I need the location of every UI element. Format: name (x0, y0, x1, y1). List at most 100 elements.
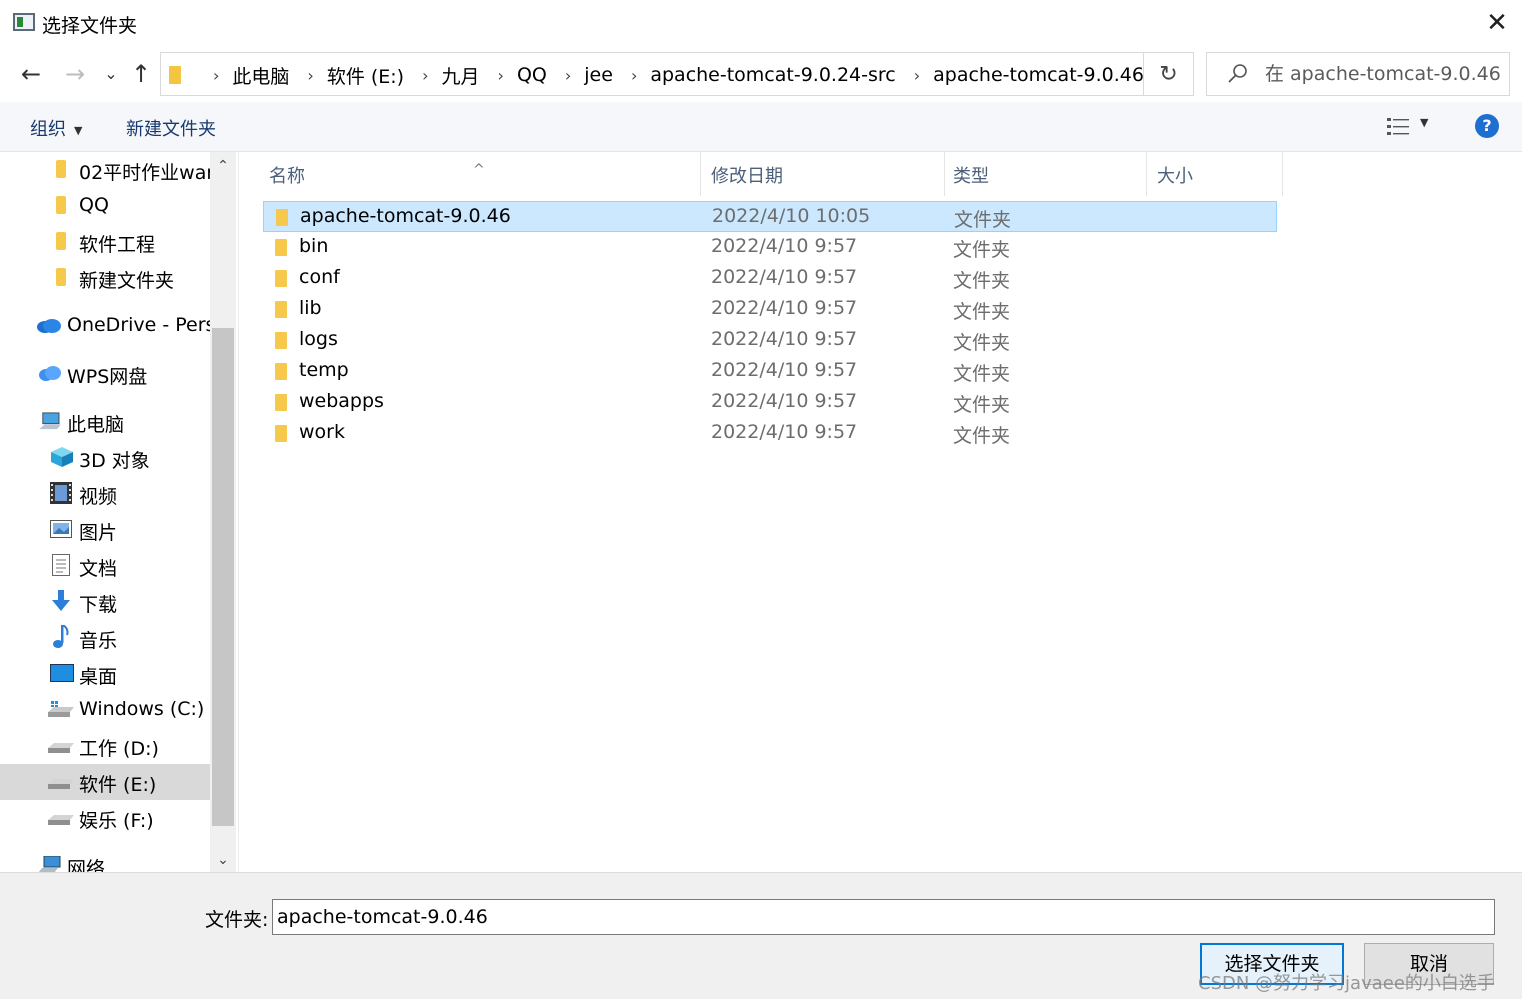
onedrive-icon (37, 319, 61, 333)
scroll-down-chevron-icon[interactable]: ⌄ (210, 852, 236, 868)
row-date: 2022/4/10 9:57 (711, 359, 858, 381)
view-options-icon[interactable] (1386, 116, 1410, 138)
sidebar-item-drive-d[interactable]: 工作 (D:) (0, 728, 210, 764)
sidebar-item-desktop[interactable]: 桌面 (0, 656, 210, 692)
column-header-size[interactable]: 大小 (1147, 152, 1283, 196)
row-name: logs (299, 328, 338, 350)
forward-arrow-icon[interactable]: → (60, 58, 90, 90)
column-header-name[interactable]: 名称 ^ (239, 152, 701, 196)
row-name: apache-tomcat-9.0.46 (300, 205, 511, 227)
recent-locations-chevron-icon[interactable]: ⌄ (96, 58, 126, 90)
breadcrumb-separator-icon[interactable]: › (307, 66, 313, 85)
folder-icon (56, 268, 66, 286)
table-row[interactable]: logs 2022/4/10 9:57 文件夹 (263, 325, 1277, 356)
sidebar-item-label: 工作 (D:) (79, 738, 159, 760)
table-row[interactable]: apache-tomcat-9.0.46 2022/4/10 10:05 文件夹 (263, 201, 1277, 232)
scrollbar-thumb[interactable] (212, 328, 234, 826)
breadcrumb-separator-icon[interactable]: › (422, 66, 428, 85)
sidebar-item-downloads[interactable]: 下载 (0, 584, 210, 620)
table-row[interactable]: lib 2022/4/10 9:57 文件夹 (263, 294, 1277, 325)
column-header-type[interactable]: 类型 (945, 152, 1147, 196)
navigation-pane[interactable]: 02平时作业war包 QQ 软件工程 新建文件夹 OneDrive - Pers… (0, 152, 236, 872)
sidebar-item-label: 3D 对象 (79, 450, 150, 472)
breadcrumb-item[interactable]: apache-tomcat-9.0.46 (933, 64, 1144, 86)
organize-caret-icon: ▼ (74, 123, 83, 137)
video-icon (50, 482, 72, 504)
back-arrow-icon[interactable]: ← (16, 58, 46, 90)
row-date: 2022/4/10 9:57 (711, 297, 858, 319)
breadcrumb-item[interactable]: jee (584, 64, 613, 86)
sidebar-item-label: 娱乐 (F:) (79, 810, 154, 832)
column-header-date[interactable]: 修改日期 (701, 152, 945, 196)
desktop-icon (50, 664, 74, 682)
refresh-icon[interactable]: ↻ (1144, 52, 1194, 96)
sidebar-item-label: 桌面 (79, 666, 118, 688)
sidebar-item-videos[interactable]: 视频 (0, 476, 210, 512)
sidebar-item-qq[interactable]: QQ (0, 188, 210, 224)
sidebar-item-onedrive[interactable]: OneDrive - Personal (0, 308, 210, 344)
organize-button[interactable]: 组织 ▼ (30, 115, 82, 141)
breadcrumb-separator-icon[interactable]: › (565, 66, 571, 85)
sidebar-scrollbar[interactable]: ⌃ ⌄ (210, 152, 236, 872)
row-name: work (299, 421, 345, 443)
new-folder-button[interactable]: 新建文件夹 (126, 115, 216, 141)
sidebar-item-wps-cloud[interactable]: WPS网盘 (0, 356, 210, 392)
row-type: 文件夹 (953, 425, 1011, 447)
sidebar-item-music[interactable]: 音乐 (0, 620, 210, 656)
table-row[interactable]: work 2022/4/10 9:57 文件夹 (263, 418, 1277, 449)
folder-icon (275, 301, 287, 318)
breadcrumb-separator-icon[interactable]: › (631, 66, 637, 85)
sidebar-item-pictures[interactable]: 图片 (0, 512, 210, 548)
table-row[interactable]: conf 2022/4/10 9:57 文件夹 (263, 263, 1277, 294)
row-name: conf (299, 266, 340, 288)
sidebar-item-drive-f[interactable]: 娱乐 (F:) (0, 800, 210, 836)
sidebar-item-this-pc[interactable]: 此电脑 (0, 404, 210, 440)
folder-icon (275, 425, 287, 442)
sidebar-item-network[interactable]: 网络 (0, 848, 210, 872)
drive-icon (48, 743, 74, 753)
sidebar-item-software-engineering[interactable]: 软件工程 (0, 224, 210, 260)
search-icon (1228, 64, 1247, 83)
search-box[interactable] (1206, 52, 1510, 96)
file-list[interactable]: 名称 ^ 修改日期 类型 大小 apache-tomcat-9.0.46 202… (238, 152, 1522, 872)
title-bar: 选择文件夹 ✕ (0, 0, 1522, 46)
picture-icon (50, 520, 72, 538)
breadcrumb-separator-icon[interactable]: › (914, 66, 920, 85)
breadcrumb-item[interactable]: 此电脑 (232, 62, 289, 89)
breadcrumb-item[interactable]: 软件 (E:) (327, 62, 404, 89)
column-header-label: 类型 (953, 166, 989, 187)
row-name: lib (299, 297, 322, 319)
view-dropdown-caret-icon[interactable]: ▼ (1420, 116, 1428, 129)
scroll-up-chevron-icon[interactable]: ⌃ (210, 158, 236, 174)
sidebar-item-label: 此电脑 (67, 414, 125, 436)
row-name: bin (299, 235, 329, 257)
table-row[interactable]: bin 2022/4/10 9:57 文件夹 (263, 232, 1277, 263)
sidebar-item-folder-wars[interactable]: 02平时作业war包 (0, 152, 210, 188)
row-type: 文件夹 (953, 239, 1011, 261)
row-name: webapps (299, 390, 384, 412)
breadcrumb-item[interactable]: QQ (517, 64, 547, 86)
breadcrumb-item[interactable]: 九月 (442, 62, 480, 89)
sidebar-item-drive-e[interactable]: 软件 (E:) (0, 764, 210, 800)
search-input[interactable] (1265, 53, 1505, 95)
sidebar-item-new-folder[interactable]: 新建文件夹 (0, 260, 210, 296)
help-icon[interactable]: ? (1475, 114, 1499, 138)
table-row[interactable]: temp 2022/4/10 9:57 文件夹 (263, 356, 1277, 387)
address-bar[interactable]: › 此电脑 › 软件 (E:) › 九月 › QQ › jee › apache… (160, 52, 1289, 96)
folder-name-input[interactable] (272, 899, 1495, 935)
row-type: 文件夹 (953, 363, 1011, 385)
sidebar-item-documents[interactable]: 文档 (0, 548, 210, 584)
organize-label: 组织 (30, 119, 66, 140)
breadcrumb-item[interactable]: apache-tomcat-9.0.24-src (650, 64, 895, 86)
close-icon[interactable]: ✕ (1478, 6, 1516, 40)
cube-icon (51, 447, 73, 467)
table-row[interactable]: webapps 2022/4/10 9:57 文件夹 (263, 387, 1277, 418)
breadcrumb-separator-icon[interactable]: › (498, 66, 504, 85)
window-app-icon (13, 13, 35, 31)
folder-icon (275, 332, 287, 349)
sidebar-item-label: 软件工程 (79, 234, 156, 256)
up-arrow-icon[interactable]: ↑ (126, 58, 156, 90)
sidebar-item-drive-c[interactable]: Windows (C:) (0, 692, 210, 728)
breadcrumb-separator-icon[interactable]: › (213, 66, 219, 85)
sidebar-item-3d-objects[interactable]: 3D 对象 (0, 440, 210, 476)
